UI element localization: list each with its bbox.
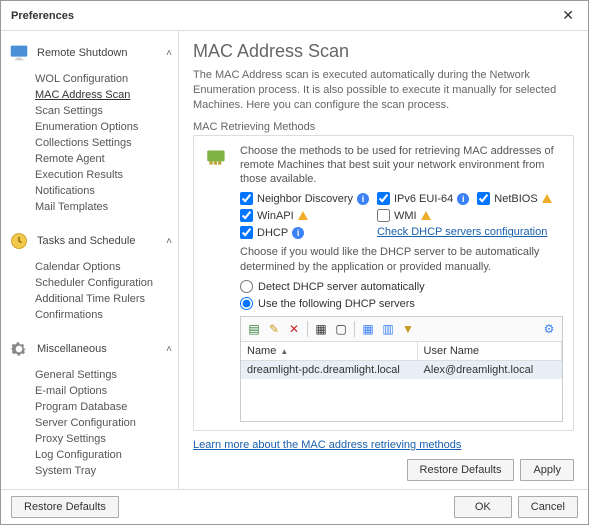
learn-more-link[interactable]: Learn more about the MAC address retriev… — [193, 439, 461, 451]
radio[interactable] — [240, 280, 253, 293]
info-icon[interactable]: i — [357, 193, 369, 205]
settings-icon[interactable]: ⚙ — [540, 320, 558, 338]
table-header: Name▲ User Name — [241, 342, 562, 361]
window-title: Preferences — [11, 10, 74, 22]
sidebar-item[interactable]: Program Database — [35, 399, 174, 415]
checkbox[interactable] — [240, 209, 253, 222]
chevron-up-icon: ˄ — [166, 48, 172, 59]
sidebar-item[interactable]: Proxy Settings — [35, 431, 174, 447]
sidebar-item[interactable]: E-mail Options — [35, 383, 174, 399]
check-ipv6-eui64[interactable]: IPv6 EUI-64i — [377, 192, 469, 205]
sidebar-item[interactable]: WOL Configuration — [35, 71, 174, 87]
gear-icon — [7, 337, 31, 361]
chevron-up-icon: ˄ — [166, 236, 172, 247]
sidebar-group-label: Remote Shutdown — [37, 47, 160, 59]
restore-defaults-button[interactable]: Restore Defaults — [407, 459, 515, 481]
main-panel: MAC Address Scan The MAC Address scan is… — [179, 31, 588, 489]
fieldset-label: MAC Retrieving Methods — [193, 121, 574, 133]
sidebar-item[interactable]: Scan Settings — [35, 103, 174, 119]
delete-icon[interactable]: ✕ — [285, 320, 303, 338]
info-icon[interactable]: i — [292, 227, 304, 239]
check-winapi[interactable]: WinAPI — [240, 209, 369, 222]
select-none-icon[interactable]: ▢ — [332, 320, 350, 338]
sidebar-group-items: Calendar Options Scheduler Configuration… — [35, 259, 174, 323]
monitor-icon — [7, 41, 31, 65]
sidebar: Remote Shutdown ˄ WOL Configuration MAC … — [1, 31, 179, 489]
warning-icon[interactable] — [421, 211, 431, 220]
sidebar-item[interactable]: Log Configuration — [35, 447, 174, 463]
page-description: The MAC Address scan is executed automat… — [193, 68, 574, 113]
footer-restore-defaults-button[interactable]: Restore Defaults — [11, 496, 119, 518]
radio[interactable] — [240, 297, 253, 310]
checkbox[interactable] — [377, 192, 390, 205]
sidebar-group-items: General Settings E-mail Options Program … — [35, 367, 174, 479]
table-empty-area — [241, 379, 562, 421]
sidebar-item[interactable]: Confirmations — [35, 307, 174, 323]
sidebar-item[interactable]: System Tray — [35, 463, 174, 479]
edit-icon[interactable]: ✎ — [265, 320, 283, 338]
radio-manual-dhcp[interactable]: Use the following DHCP servers — [240, 297, 563, 310]
checkbox[interactable] — [377, 209, 390, 222]
sidebar-item[interactable]: Collections Settings — [35, 135, 174, 151]
sidebar-group-label: Miscellaneous — [37, 343, 160, 355]
cancel-button[interactable]: Cancel — [518, 496, 578, 518]
sort-asc-icon: ▲ — [280, 347, 288, 356]
warning-icon[interactable] — [542, 194, 552, 203]
ok-button[interactable]: OK — [454, 496, 512, 518]
check-neighbor-discovery[interactable]: Neighbor Discoveryi — [240, 192, 369, 205]
sidebar-item[interactable]: Calendar Options — [35, 259, 174, 275]
column-user[interactable]: User Name — [418, 342, 562, 360]
sidebar-item[interactable]: Scheduler Configuration — [35, 275, 174, 291]
sidebar-item[interactable]: Mail Templates — [35, 199, 174, 215]
titlebar: Preferences ✕ — [1, 1, 588, 31]
add-icon[interactable]: ▤ — [245, 320, 263, 338]
radio-auto-dhcp[interactable]: Detect DHCP server automatically — [240, 280, 563, 293]
clock-icon — [7, 229, 31, 253]
sidebar-group-remote-shutdown[interactable]: Remote Shutdown ˄ — [5, 37, 174, 69]
sidebar-group-misc[interactable]: Miscellaneous ˄ — [5, 333, 174, 365]
dialog-body: Remote Shutdown ˄ WOL Configuration MAC … — [1, 31, 588, 489]
warning-icon[interactable] — [298, 211, 308, 220]
checkbox[interactable] — [240, 226, 253, 239]
sidebar-item[interactable]: Server Configuration — [35, 415, 174, 431]
mac-methods-fieldset: Choose the methods to be used for retrie… — [193, 135, 574, 431]
grid-icon[interactable]: ▦ — [359, 320, 377, 338]
page-heading: MAC Address Scan — [193, 41, 574, 62]
sidebar-item[interactable]: Enumeration Options — [35, 119, 174, 135]
sidebar-group-items: WOL Configuration MAC Address Scan Scan … — [35, 71, 174, 215]
sidebar-item[interactable]: Notifications — [35, 183, 174, 199]
check-dhcp-config-link[interactable]: Check DHCP servers configuration — [377, 226, 563, 239]
info-icon[interactable]: i — [457, 193, 469, 205]
check-wmi[interactable]: WMI — [377, 209, 469, 222]
sidebar-group-tasks[interactable]: Tasks and Schedule ˄ — [5, 225, 174, 257]
check-dhcp[interactable]: DHCPi — [240, 226, 369, 239]
cell-user: Alex@dreamlight.local — [418, 361, 562, 379]
sidebar-item[interactable]: General Settings — [35, 367, 174, 383]
checkbox[interactable] — [477, 192, 490, 205]
table-row[interactable]: dreamlight-pdc.dreamlight.local Alex@dre… — [241, 361, 562, 379]
chevron-up-icon: ˄ — [166, 344, 172, 355]
method-checkbox-grid: Neighbor Discoveryi IPv6 EUI-64i NetBIOS… — [240, 192, 563, 239]
check-netbios[interactable]: NetBIOS — [477, 192, 563, 205]
sidebar-item[interactable]: MAC Address Scan — [35, 87, 174, 103]
dialog-footer: Restore Defaults OK Cancel — [1, 489, 588, 524]
close-icon[interactable]: ✕ — [558, 7, 578, 24]
table-toolbar: ▤ ✎ ✕ ▦ ▢ ▦ ▥ ▼ ⚙ — [241, 317, 562, 342]
network-card-icon — [204, 144, 232, 172]
fieldset-intro: Choose the methods to be used for retrie… — [240, 144, 563, 187]
cell-name: dreamlight-pdc.dreamlight.local — [241, 361, 418, 379]
select-all-icon[interactable]: ▦ — [312, 320, 330, 338]
dhcp-choice-description: Choose if you would like the DHCP server… — [240, 245, 563, 274]
column-name[interactable]: Name▲ — [241, 342, 418, 360]
apply-button[interactable]: Apply — [520, 459, 574, 481]
sidebar-item[interactable]: Remote Agent — [35, 151, 174, 167]
sidebar-group-label: Tasks and Schedule — [37, 235, 160, 247]
page-button-row: Restore Defaults Apply — [193, 459, 574, 481]
sidebar-item[interactable]: Additional Time Rulers — [35, 291, 174, 307]
checkbox[interactable] — [240, 192, 253, 205]
sidebar-item[interactable]: Execution Results — [35, 167, 174, 183]
columns-icon[interactable]: ▥ — [379, 320, 397, 338]
dhcp-servers-table: ▤ ✎ ✕ ▦ ▢ ▦ ▥ ▼ ⚙ Name▲ User Name — [240, 316, 563, 422]
filter-icon[interactable]: ▼ — [399, 320, 417, 338]
